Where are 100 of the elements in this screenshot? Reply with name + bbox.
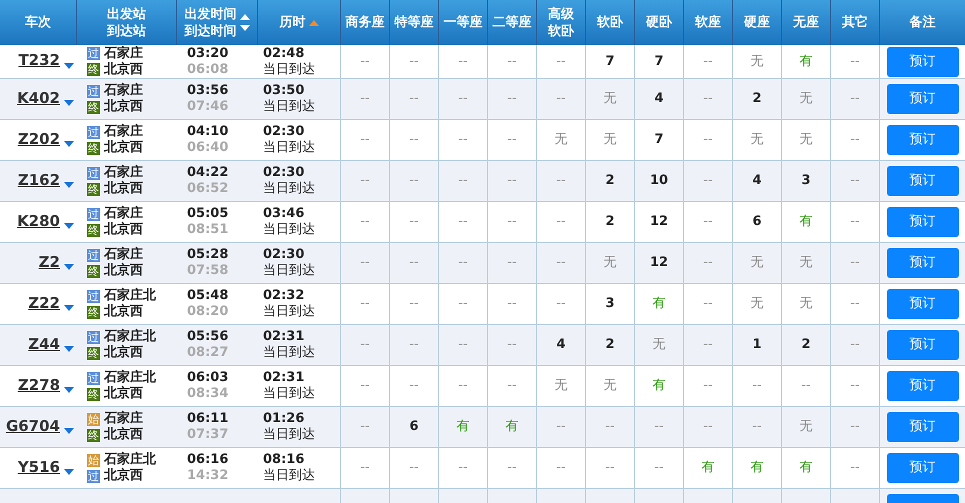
book-button[interactable]: 预订	[886, 166, 958, 196]
train-number-link[interactable]: Z44	[28, 332, 60, 356]
column-header: 软卧	[597, 14, 623, 31]
seat-availability: --	[752, 377, 762, 396]
station-name: 石家庄	[104, 82, 143, 98]
station-name: 北京西	[104, 426, 143, 444]
seat-availability: --	[850, 213, 860, 232]
train-number-link[interactable]: T232	[18, 53, 60, 68]
seat-availability: --	[556, 54, 566, 69]
arrival-time: 06:52	[187, 181, 230, 197]
station-name: 北京西	[104, 180, 143, 198]
seat-availability: 无	[750, 131, 764, 150]
seat-availability: --	[507, 54, 517, 69]
seat-availability: --	[703, 336, 713, 354]
seat-availability: --	[605, 418, 615, 436]
departure-time: 04:10	[187, 124, 230, 140]
duration: 02:31	[263, 329, 306, 345]
column-header: 无座	[793, 14, 819, 31]
departure-time: 06:16	[187, 452, 230, 468]
column-header: 硬卧	[646, 14, 672, 31]
seat-availability: --	[850, 459, 860, 478]
seat-availability: --	[409, 459, 419, 478]
seat-availability: 10	[650, 172, 668, 190]
station-tag: 终	[87, 388, 100, 400]
train-number-link[interactable]: Y516	[18, 456, 60, 478]
seat-availability: --	[409, 336, 419, 354]
seat-availability: --	[850, 131, 860, 150]
book-button[interactable]: 预订	[886, 412, 958, 442]
station-tag: 过	[87, 248, 100, 262]
arrival-time: 14:32	[187, 468, 230, 484]
seat-availability: --	[654, 418, 664, 436]
seat-availability: 无	[604, 377, 616, 396]
station-name: 北京西	[104, 138, 143, 158]
column-header[interactable]: 出发时间 到达时间	[184, 6, 250, 40]
train-number-link[interactable]: Z22	[28, 292, 60, 314]
station-tag: 终	[87, 100, 100, 114]
train-number-link[interactable]: Z2	[38, 250, 60, 274]
book-button[interactable]: 预订	[886, 248, 958, 278]
arrival-time: 07:46	[187, 99, 230, 115]
seat-availability: --	[654, 459, 664, 478]
seat-availability: 无	[604, 131, 616, 150]
station-name: 北京西	[104, 220, 143, 240]
column-header[interactable]: 历时	[280, 14, 318, 31]
duration: 03:50	[263, 83, 306, 99]
station-name: 石家庄	[104, 410, 143, 426]
seat-availability: --	[458, 172, 468, 190]
seat-availability: --	[507, 172, 517, 190]
departure-time: 03:20	[187, 46, 230, 62]
station-name: 北京西	[104, 62, 143, 77]
dropdown-caret-icon	[64, 428, 74, 434]
seat-availability: --	[703, 254, 713, 272]
seat-availability: 有	[800, 54, 812, 69]
book-button[interactable]: 预订	[886, 289, 958, 319]
station-name: 石家庄	[104, 46, 143, 61]
seat-availability: 无	[800, 90, 812, 108]
book-button[interactable]: 预订	[886, 84, 958, 114]
train-number-link[interactable]: Z278	[18, 374, 60, 396]
seat-availability: --	[507, 336, 517, 354]
train-number-link[interactable]: Z162	[18, 168, 60, 192]
duration: 02:31	[263, 370, 306, 386]
duration: 02:30	[263, 124, 306, 140]
seat-availability: --	[409, 90, 419, 108]
book-button[interactable]: 预订	[886, 46, 958, 76]
book-button[interactable]: 预订	[886, 453, 958, 483]
book-button[interactable]: 预订	[886, 371, 958, 401]
arrival-day: 当日到达	[263, 468, 340, 484]
seat-availability: --	[605, 459, 615, 478]
dropdown-caret-icon	[64, 182, 74, 188]
station-tag: 终	[87, 142, 100, 154]
station-name: 石家庄	[104, 122, 143, 140]
arrival-day: 当日到达	[263, 427, 340, 443]
station-name: 北京西	[104, 98, 143, 116]
station-tag: 过	[87, 166, 100, 180]
seat-availability: --	[703, 54, 713, 69]
station-name: 北京西	[104, 262, 143, 280]
arrival-day: 当日到达	[263, 62, 340, 78]
seat-availability: --	[360, 213, 370, 232]
seat-availability: --	[850, 254, 860, 272]
station-name: 北京西	[104, 344, 143, 362]
station-tag: 过	[87, 470, 100, 482]
train-number-link[interactable]: K280	[17, 210, 60, 232]
train-number-link[interactable]: K402	[17, 86, 60, 110]
seat-availability: --	[850, 295, 860, 314]
column-header: 一等座	[444, 14, 482, 31]
seat-availability: 无	[750, 254, 764, 272]
book-button[interactable]: 预订	[886, 207, 958, 237]
book-button[interactable]: 预订	[886, 125, 958, 155]
station-tag: 过	[87, 208, 100, 220]
seat-availability: --	[458, 336, 468, 354]
seat-availability: --	[507, 131, 517, 150]
seat-availability: --	[556, 90, 566, 108]
seat-availability: 无	[604, 90, 616, 108]
station-name: 石家庄	[104, 204, 143, 222]
dropdown-caret-icon	[64, 264, 74, 270]
arrival-day: 当日到达	[263, 222, 340, 238]
train-number-link[interactable]: G6704	[6, 414, 60, 438]
seat-availability: --	[507, 459, 517, 478]
dropdown-caret-icon	[64, 223, 74, 229]
train-number-link[interactable]: Z202	[18, 128, 60, 150]
book-button[interactable]: 预订	[886, 330, 958, 360]
